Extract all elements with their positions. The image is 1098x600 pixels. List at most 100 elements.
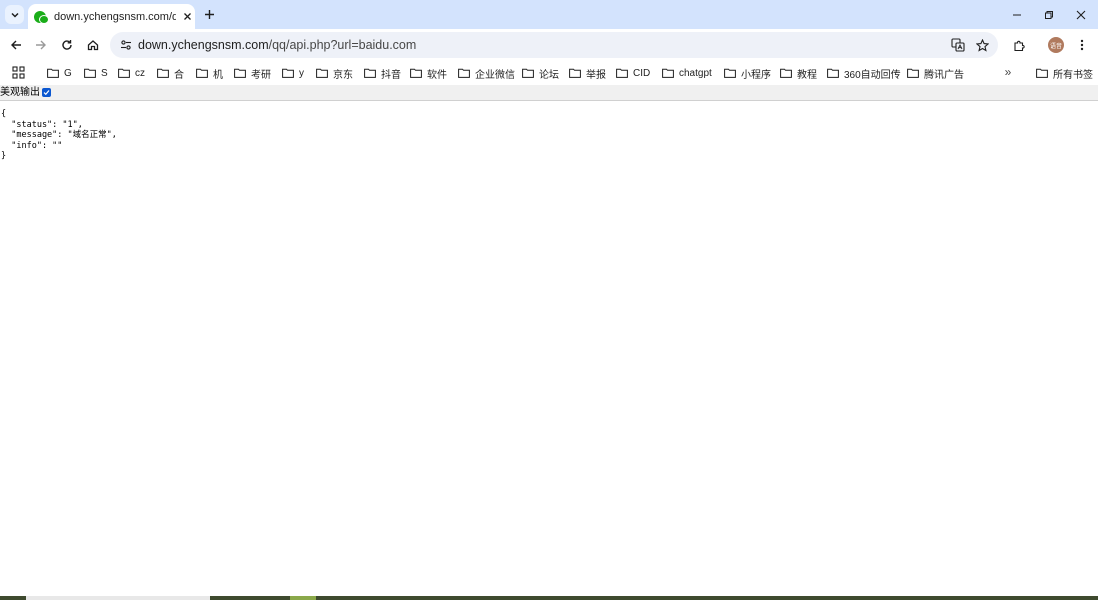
bookmark-label: 合	[174, 69, 184, 81]
more-vertical-icon	[1080, 39, 1084, 51]
checkmark-icon	[43, 90, 50, 96]
translate-icon	[951, 38, 965, 52]
forward-button[interactable]	[32, 36, 50, 54]
json-line: }	[1, 151, 7, 161]
folder-icon	[316, 68, 328, 78]
folder-icon	[662, 68, 674, 78]
json-line: "message": "域名正常",	[1, 130, 117, 140]
folder-icon	[458, 68, 470, 78]
folder-icon	[1036, 68, 1048, 78]
json-line: "status": "1",	[1, 119, 83, 130]
bookmark-folder[interactable]: 教程	[780, 65, 817, 81]
bookmark-folder[interactable]: 举报	[569, 65, 606, 81]
folder-icon	[724, 68, 736, 78]
pretty-print-checkbox[interactable]	[42, 88, 51, 97]
bookmarks-overflow-button[interactable]: »	[1002, 65, 1014, 79]
bookmark-folder[interactable]: chatgpt	[662, 65, 712, 81]
bookmark-label: cz	[135, 67, 145, 79]
bookmark-folder[interactable]: cz	[118, 65, 145, 81]
menu-button[interactable]	[1073, 36, 1091, 54]
bookmark-folder[interactable]: 360自动回传	[827, 65, 901, 81]
json-line: "info": ""	[1, 140, 63, 151]
folder-icon	[84, 68, 96, 78]
bookmark-label: chatgpt	[679, 67, 712, 79]
tab-title: down.ychengsnsm.com/qq/api.php?url=baidu…	[54, 10, 176, 23]
reload-button[interactable]	[58, 36, 76, 54]
back-button[interactable]	[7, 36, 25, 54]
site-info-button[interactable]	[118, 37, 134, 53]
folder-icon	[47, 68, 59, 78]
page-content: 美观输出 { "status": "1", "message": "域名正常",…	[0, 85, 1098, 596]
url-text[interactable]: down.ychengsnsm.com/qq/api.php?url=baidu…	[138, 37, 416, 53]
new-tab-button[interactable]	[201, 6, 218, 23]
bookmark-label: 机	[213, 69, 223, 81]
folder-icon	[780, 68, 792, 78]
bookmark-label: 软件	[427, 69, 447, 81]
bookmark-label: 抖音	[381, 69, 401, 81]
folder-icon	[196, 68, 208, 78]
json-output: { "status": "1", "message": "域名正常", "inf…	[1, 109, 117, 162]
extensions-button[interactable]	[1010, 36, 1028, 54]
bookmark-folder[interactable]: G	[47, 65, 72, 81]
bookmark-label: G	[64, 67, 72, 79]
close-window-button[interactable]	[1072, 6, 1090, 24]
star-icon	[975, 38, 989, 52]
tab-search-button[interactable]	[5, 5, 24, 24]
bookmark-label: 举报	[586, 69, 606, 81]
close-icon	[183, 13, 191, 20]
bookmark-star-button[interactable]	[974, 37, 990, 53]
wechat-icon	[34, 10, 49, 24]
bookmark-folder[interactable]: 腾讯广告	[907, 65, 964, 81]
bookmark-label: 考研	[251, 69, 271, 81]
bookmarks-bar: G Scz 合 机 考研 y 京东 抖音 软件 企业微信 论坛 举报 CID chatgpt 小程序 教程 36…	[0, 61, 1098, 85]
bookmark-label: 京东	[333, 69, 353, 81]
minimize-icon	[1013, 14, 1021, 16]
restore-button[interactable]	[1040, 6, 1058, 24]
active-tab[interactable]: down.ychengsnsm.com/qq/api.php?url=baidu…	[28, 4, 195, 29]
bookmark-folder[interactable]: 抖音	[364, 65, 401, 81]
arrow-right-icon	[36, 40, 46, 50]
plus-icon	[205, 10, 214, 19]
bookmark-label: 教程	[797, 69, 817, 81]
bookmark-label: 企业微信	[475, 69, 515, 81]
bookmark-folder[interactable]: 企业微信	[458, 65, 515, 81]
browser-toolbar: down.ychengsnsm.com/qq/api.php?url=baidu…	[0, 29, 1098, 61]
bookmark-folder[interactable]: y	[282, 65, 304, 81]
folder-icon	[157, 68, 169, 78]
bookmark-folder[interactable]: 合	[157, 65, 184, 81]
tab-close-button[interactable]	[181, 11, 193, 23]
bookmark-folder[interactable]: 机	[196, 65, 223, 81]
bookmark-folder[interactable]: CID	[616, 65, 650, 81]
json-line: {	[1, 109, 7, 119]
folder-icon	[522, 68, 534, 78]
taskbar-strip	[0, 596, 1098, 600]
all-bookmarks-folder[interactable]: 所有书签	[1036, 65, 1093, 81]
restore-icon	[1045, 11, 1053, 19]
taskbar-segment	[26, 596, 210, 600]
bookmark-folder[interactable]: 考研	[234, 65, 271, 81]
folder-icon	[118, 68, 130, 78]
folder-icon	[410, 68, 422, 78]
minimize-button[interactable]	[1008, 6, 1026, 24]
folder-icon	[616, 68, 628, 78]
translate-button[interactable]	[950, 37, 966, 53]
bookmark-folder[interactable]: 论坛	[522, 65, 559, 81]
bookmark-label: y	[299, 67, 304, 79]
pretty-print-bar: 美观输出	[0, 85, 1098, 101]
bookmark-label: CID	[633, 67, 651, 79]
tune-icon	[121, 40, 131, 50]
bookmark-folder[interactable]: 软件	[410, 65, 447, 81]
taskbar-segment	[290, 596, 316, 600]
bookmark-label: 小程序	[741, 69, 771, 81]
bookmark-folder[interactable]: 小程序	[724, 65, 771, 81]
address-bar[interactable]: down.ychengsnsm.com/qq/api.php?url=baidu…	[110, 32, 998, 58]
folder-icon	[827, 68, 839, 78]
home-button[interactable]	[84, 36, 102, 54]
tab-strip: down.ychengsnsm.com/qq/api.php?url=baidu…	[0, 0, 1098, 29]
apps-grid-icon[interactable]	[12, 66, 25, 79]
bookmark-folder[interactable]: S	[84, 65, 108, 81]
folder-icon	[234, 68, 246, 78]
avatar[interactable]: 语音	[1048, 37, 1064, 53]
folder-icon	[364, 68, 376, 78]
bookmark-folder[interactable]: 京东	[316, 65, 353, 81]
